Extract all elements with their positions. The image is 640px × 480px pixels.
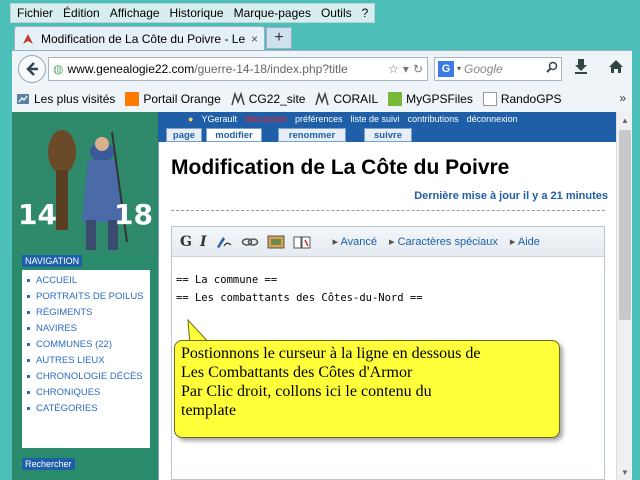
user-link[interactable]: YGerault [201, 114, 237, 124]
page-icon [482, 92, 497, 106]
bookmark-portail-orange[interactable]: Portail Orange [125, 92, 221, 106]
search-icon[interactable] [546, 61, 558, 76]
url-dropdown-icon[interactable]: ▾ [403, 62, 409, 76]
nav-categories[interactable]: CATÉGORIES [22, 402, 150, 415]
download-icon[interactable] [574, 58, 588, 79]
nav-chroniques[interactable]: CHRONIQUES [22, 386, 150, 399]
home-icon[interactable] [608, 59, 624, 79]
nav-communes[interactable]: COMMUNES (22) [22, 338, 150, 351]
user-toolbar: ● YGerault discussion préférences liste … [158, 112, 616, 126]
back-button[interactable] [18, 54, 46, 83]
search-bar[interactable]: G ▾ Google [434, 56, 562, 81]
navigation-bar: ◍ www.genealogie22.com/guerre-14-18/inde… [12, 50, 632, 86]
nav-autres-lieux[interactable]: AUTRES LIEUX [22, 354, 150, 367]
browser-tab[interactable]: Modification de La Côte du Poivre - Les … [14, 26, 265, 50]
editor-toolbar: G I Avancé Caractères spéciaux Aide [172, 227, 604, 257]
instruction-callout: Postionnons le curseur à la ligne en des… [174, 340, 560, 438]
menu-edition[interactable]: Édition [63, 6, 100, 20]
bookmark-cg22-site[interactable]: CG22_site [231, 91, 305, 106]
nav-navires[interactable]: NAVIRES [22, 322, 150, 335]
edit-textarea[interactable]: == La commune == == Les combattants des C… [172, 257, 604, 307]
menu-help[interactable]: ? [362, 6, 369, 20]
preferences-link[interactable]: préférences [295, 114, 343, 124]
page-title: Modification de La Côte du Poivre [171, 156, 510, 179]
callout-line: Les Combattants des Côtes d'Armor [181, 364, 413, 381]
site-favicon-icon [21, 32, 35, 46]
scroll-down-icon[interactable]: ▼ [617, 464, 632, 480]
bookmark-mygpsfiles[interactable]: MyGPSFiles [388, 92, 473, 106]
text-line: == La commune == [176, 274, 278, 286]
bookmark-icon [16, 92, 30, 106]
site-logo[interactable]: 14 18 [12, 112, 158, 255]
bold-button[interactable]: G [180, 234, 192, 250]
orange-icon [125, 92, 140, 106]
watchlist-link[interactable]: liste de suivi [351, 114, 400, 124]
google-engine-icon[interactable]: G [438, 60, 454, 77]
last-updated: Dernière mise à jour il y a 21 minutes [414, 190, 608, 202]
text-line: == Les combattants des Côtes-du-Nord == [176, 292, 423, 304]
tab-modifier[interactable]: modifier [206, 128, 262, 142]
logo-number-18: 18 [114, 198, 153, 231]
contributions-link[interactable]: contributions [408, 114, 459, 124]
bookmarks-overflow-icon[interactable]: » [619, 91, 626, 105]
menu-historique[interactable]: Historique [170, 6, 224, 20]
tab-page[interactable]: page [166, 128, 202, 142]
callout-line: template [181, 402, 237, 419]
tab-title: Modification de La Côte du Poivre - Les … [41, 31, 245, 46]
tab-suivre[interactable]: suivre [364, 128, 412, 142]
url-text: www.genealogie22.com/guerre-14-18/index.… [67, 61, 348, 76]
search-heading: Rechercher [22, 458, 75, 470]
nav-chronologie-deces[interactable]: CHRONOLOGIE DÉCÈS [22, 370, 150, 383]
back-arrow-icon [26, 61, 38, 76]
scroll-thumb[interactable] [619, 130, 631, 320]
soldier-illustration [12, 112, 158, 255]
site-navigation: ACCUEIL PORTRAITS DE POILUS RÉGIMENTS NA… [22, 270, 150, 448]
bookmark-star-icon[interactable]: ☆ [388, 62, 399, 76]
image-icon[interactable] [267, 235, 285, 249]
site-sidebar: 14 18 NAVIGATION ACCUEIL PORTRAITS DE PO… [12, 112, 158, 480]
advanced-toggle[interactable]: Avancé [333, 235, 378, 248]
menu-fichier[interactable]: Fichier [17, 6, 53, 20]
nav-regiments[interactable]: RÉGIMENTS [22, 306, 150, 319]
new-tab-button[interactable]: + [266, 27, 292, 49]
discussion-link[interactable]: discussion [245, 114, 287, 124]
logout-link[interactable]: déconnexion [467, 114, 518, 124]
page-tabs: page modifier renommer suivre [158, 126, 616, 142]
special-chars-toggle[interactable]: Caractères spéciaux [389, 235, 498, 248]
menu-affichage[interactable]: Affichage [110, 6, 160, 20]
signature-icon[interactable] [215, 235, 233, 249]
corail-icon [315, 91, 330, 106]
tab-renommer[interactable]: renommer [278, 128, 346, 142]
reference-icon[interactable] [293, 235, 311, 249]
callout-line: Par Clic droit, collons ici le contenu d… [181, 383, 432, 400]
italic-button[interactable]: I [200, 234, 207, 250]
callout-line: Postionnons le curseur à la ligne en des… [181, 345, 481, 362]
menu-bar: Fichier Édition Affichage Historique Mar… [10, 3, 376, 23]
navigation-heading: NAVIGATION [22, 255, 83, 267]
mygps-icon [388, 92, 403, 106]
help-toggle[interactable]: Aide [510, 235, 540, 248]
tab-close-icon[interactable]: × [251, 32, 258, 46]
engine-dropdown-icon[interactable]: ▾ [457, 64, 461, 73]
link-icon[interactable] [241, 235, 259, 249]
menu-outils[interactable]: Outils [321, 6, 352, 20]
bookmark-randogps[interactable]: RandoGPS [482, 92, 562, 106]
nav-accueil[interactable]: ACCUEIL [22, 274, 150, 287]
cg22-icon [231, 91, 245, 106]
reload-icon[interactable]: ↻ [413, 62, 423, 76]
divider [171, 210, 605, 211]
bookmark-corail[interactable]: CORAIL [315, 91, 378, 106]
user-icon: ● [188, 114, 194, 124]
menu-marque-pages[interactable]: Marque-pages [234, 6, 311, 20]
url-bar[interactable]: ◍ www.genealogie22.com/guerre-14-18/inde… [48, 56, 428, 81]
bookmarks-toolbar: Les plus visités Portail Orange CG22_sit… [12, 86, 632, 112]
bookmark-les-plus-visites[interactable]: Les plus visités [16, 92, 115, 106]
search-placeholder: Google [464, 61, 503, 76]
nav-portraits-de-poilus[interactable]: PORTRAITS DE POILUS [22, 290, 150, 303]
page-scrollbar[interactable]: ▲ ▼ [616, 112, 632, 480]
scroll-up-icon[interactable]: ▲ [617, 112, 632, 128]
logo-number-14: 14 [18, 198, 57, 231]
globe-icon: ◍ [53, 61, 64, 76]
